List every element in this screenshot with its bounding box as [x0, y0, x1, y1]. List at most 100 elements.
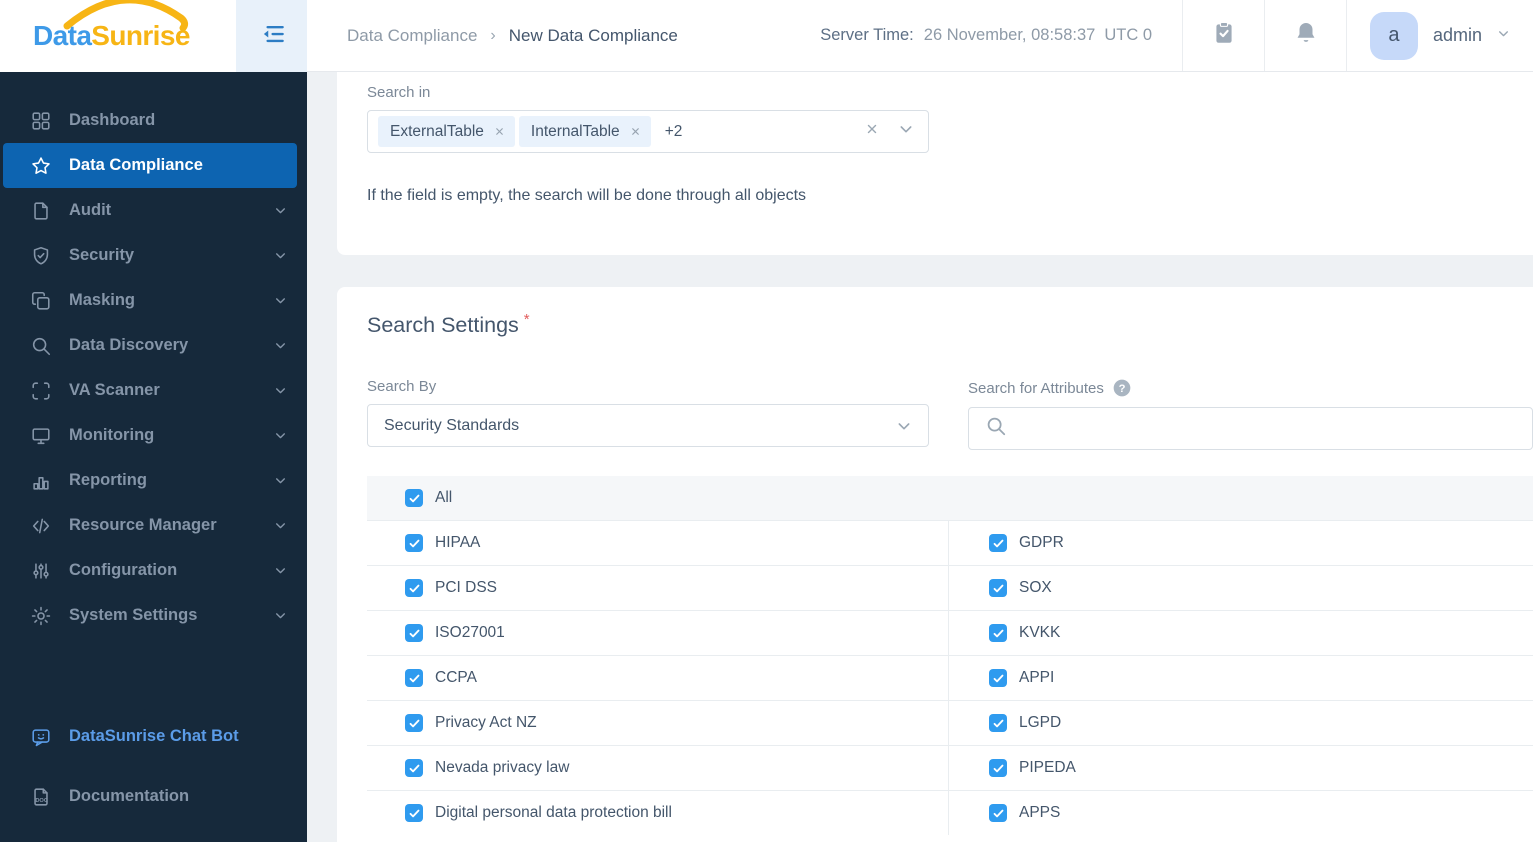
- search-icon: [30, 335, 52, 357]
- chevron-down-icon: [274, 429, 287, 442]
- select-all-label: All: [435, 489, 453, 507]
- checkbox-gdpr[interactable]: [989, 534, 1007, 553]
- sidebar-item-security[interactable]: Security: [0, 233, 307, 278]
- checkbox-lgpd[interactable]: [989, 714, 1007, 733]
- star-icon: [30, 155, 52, 177]
- sidebar: DataSunrise Dashboard Data Compliance Audi…: [0, 0, 307, 842]
- sidebar-item-audit[interactable]: Audit: [0, 188, 307, 233]
- chart-icon: [30, 470, 52, 492]
- checkbox-appi[interactable]: [989, 669, 1007, 688]
- search-by-select[interactable]: Security Standards: [367, 404, 929, 448]
- gear-icon: [30, 605, 52, 627]
- checkbox-sox[interactable]: [989, 579, 1007, 598]
- standard-label: PIPEDA: [1019, 759, 1076, 777]
- sidebar-nav: Dashboard Data Compliance Audit Security Mas…: [0, 72, 307, 638]
- sidebar-item-dashboard[interactable]: Dashboard: [0, 98, 307, 143]
- standard-label: PCI DSS: [435, 579, 498, 597]
- chevron-down-icon: [274, 204, 287, 217]
- sidebar-item-label: Resource Manager: [69, 516, 217, 534]
- tasks-button[interactable]: [1182, 0, 1264, 71]
- sidebar-item-label: Data Discovery: [69, 336, 189, 354]
- svg-text:DOC: DOC: [35, 797, 48, 803]
- document-icon: [30, 200, 52, 222]
- checkbox-apps[interactable]: [989, 804, 1007, 823]
- logo-bar: DataSunrise: [0, 0, 307, 72]
- mask-icon: [30, 290, 52, 312]
- server-time: Server Time: 26 November, 08:58:37 UTC 0: [820, 0, 1152, 71]
- sidebar-item-system-settings[interactable]: System Settings: [0, 593, 307, 638]
- search-settings-title: Search Settings *: [367, 311, 530, 338]
- sidebar-item-va-scanner[interactable]: VA Scanner: [0, 368, 307, 413]
- datasunrise-logo: DataSunrise: [0, 0, 236, 72]
- user-menu[interactable]: a admin: [1346, 0, 1533, 71]
- search-in-card: Search in ExternalTable InternalTable +2 …: [337, 72, 1533, 255]
- checkbox-nevada-privacy-law[interactable]: [405, 759, 423, 778]
- server-time-value: 26 November, 08:58:37: [923, 26, 1096, 44]
- standards-checkbox-list: All HIPAA GDPR PCI DSS SOX ISO27001 KVKK CCPA A…: [367, 476, 1533, 836]
- standard-label: ISO27001: [435, 624, 505, 642]
- collapse-sidebar-icon: [257, 19, 287, 54]
- checkbox-ccpa[interactable]: [405, 669, 423, 688]
- breadcrumb: Data Compliance › New Data Compliance: [347, 0, 678, 71]
- settings-form-row: Search By Security Standards Search for …: [367, 378, 1533, 451]
- standard-row-hipaa: HIPAA: [367, 520, 948, 565]
- dashboard-icon: [30, 110, 52, 132]
- notifications-button[interactable]: [1264, 0, 1346, 71]
- checkbox-pci-dss[interactable]: [405, 579, 423, 598]
- clipboard-check-icon: [1211, 20, 1237, 51]
- search-in-multiselect[interactable]: ExternalTable InternalTable +2: [367, 110, 929, 153]
- search-by-value: Security Standards: [384, 416, 520, 434]
- tag-close-icon[interactable]: [630, 126, 641, 137]
- checkbox-kvkk[interactable]: [989, 624, 1007, 643]
- sidebar-item-monitoring[interactable]: Monitoring: [0, 413, 307, 458]
- standard-label: Privacy Act NZ: [435, 714, 537, 732]
- sidebar-item-label: System Settings: [69, 606, 198, 624]
- help-icon[interactable]: ?: [1112, 378, 1132, 398]
- standard-row-gdpr: GDPR: [948, 520, 1533, 566]
- checkbox-iso27001[interactable]: [405, 624, 423, 643]
- search-attributes-label: Search for Attributes: [968, 379, 1104, 397]
- sidebar-item-label: Data Compliance: [69, 156, 203, 174]
- page-content: Search in ExternalTable InternalTable +2 …: [307, 72, 1533, 842]
- chevron-down-icon: [274, 339, 287, 352]
- tag-externaltable: ExternalTable: [378, 116, 515, 147]
- standard-label: GDPR: [1019, 534, 1064, 552]
- top-bar: Data Compliance › New Data Compliance Se…: [307, 0, 1533, 72]
- server-time-zone: UTC 0: [1104, 26, 1152, 44]
- sidebar-item-masking[interactable]: Masking: [0, 278, 307, 323]
- monitor-icon: [30, 425, 52, 447]
- clear-selection-icon[interactable]: [865, 122, 879, 141]
- sidebar-item-data-discovery[interactable]: Data Discovery: [0, 323, 307, 368]
- checkbox-privacy-act-nz[interactable]: [405, 714, 423, 733]
- checkbox-pipeda[interactable]: [989, 759, 1007, 778]
- standard-row-apps: APPS: [948, 790, 1533, 836]
- sidebar-item-documentation[interactable]: DOC Documentation: [0, 774, 307, 819]
- search-attributes-input[interactable]: [968, 407, 1533, 451]
- sidebar-item-data-compliance[interactable]: Data Compliance: [3, 143, 297, 188]
- logo-text: DataSunrise: [33, 20, 190, 51]
- standard-label: APPS: [1019, 804, 1061, 822]
- tag-close-icon[interactable]: [494, 126, 505, 137]
- checkbox-all[interactable]: [405, 489, 423, 508]
- search-in-helper-text: If the field is empty, the search will b…: [367, 187, 807, 204]
- sidebar-item-datasunrise-chat-bot[interactable]: DataSunrise Chat Bot: [0, 714, 307, 759]
- sidebar-item-configuration[interactable]: Configuration: [0, 548, 307, 593]
- sidebar-item-resource-manager[interactable]: Resource Manager: [0, 503, 307, 548]
- sidebar-item-reporting[interactable]: Reporting: [0, 458, 307, 503]
- breadcrumb-parent[interactable]: Data Compliance: [347, 26, 477, 46]
- standard-label: HIPAA: [435, 534, 481, 552]
- sidebar-item-label: Configuration: [69, 561, 178, 579]
- main-area: Data Compliance › New Data Compliance Se…: [307, 0, 1533, 842]
- sidebar-collapse-button[interactable]: [236, 0, 307, 72]
- sidebar-footer: DataSunrise Chat Bot DOC Documentation: [0, 714, 307, 834]
- standard-label: KVKK: [1019, 624, 1061, 642]
- tag-label: InternalTable: [530, 122, 620, 140]
- chat-bot-icon: [30, 726, 52, 748]
- checkbox-hipaa[interactable]: [405, 534, 423, 553]
- standard-label: Nevada privacy law: [435, 759, 570, 777]
- chevron-down-icon[interactable]: [898, 121, 914, 142]
- standard-row-lgpd: LGPD: [948, 700, 1533, 746]
- standard-row-ccpa: CCPA: [367, 655, 948, 700]
- checkbox-digital-personal-data-protection-bill[interactable]: [405, 804, 423, 823]
- server-time-label: Server Time:: [820, 26, 914, 44]
